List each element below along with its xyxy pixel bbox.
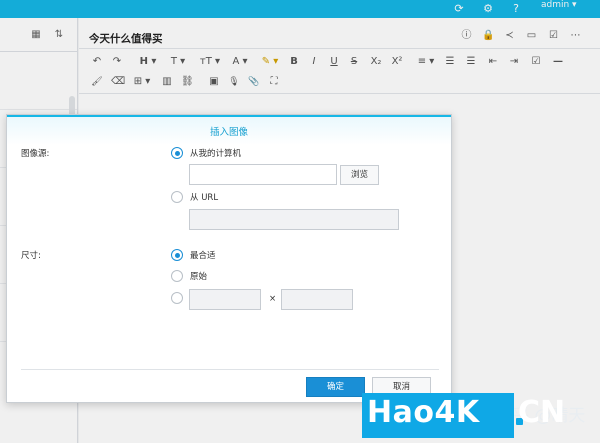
width-field[interactable] — [189, 289, 261, 310]
dialog-header: 插入图像 — [7, 115, 451, 145]
radio-from-url[interactable] — [171, 191, 183, 203]
radio-from-computer[interactable] — [171, 147, 183, 159]
size-label: 尺寸: — [21, 251, 41, 261]
size-best-fit-label: 最合适 — [190, 251, 216, 261]
times-sign: × — [269, 294, 277, 304]
radio-size-custom[interactable] — [171, 292, 183, 304]
insert-image-dialog: 插入图像 图像源: 从我的计算机 浏览 从 URL 尺寸: 最合适 原始 × 确… — [6, 114, 452, 403]
browse-button[interactable]: 浏览 — [340, 165, 379, 185]
watermark-brand-right: CN — [518, 395, 566, 430]
from-computer-label: 从我的计算机 — [190, 149, 242, 159]
watermark-brand-left: Hao4K — [367, 395, 480, 430]
dialog-title: 插入图像 — [209, 127, 248, 138]
file-path-field[interactable] — [189, 164, 337, 185]
from-url-label: 从 URL — [190, 193, 219, 203]
radio-size-best-fit[interactable] — [171, 249, 183, 261]
size-original-label: 原始 — [190, 272, 208, 282]
ok-button[interactable]: 确定 — [306, 377, 365, 397]
image-source-label: 图像源: — [21, 149, 50, 159]
height-field[interactable] — [281, 289, 353, 310]
dialog-divider — [21, 369, 439, 370]
url-field[interactable] — [189, 209, 399, 230]
radio-size-original[interactable] — [171, 270, 183, 282]
